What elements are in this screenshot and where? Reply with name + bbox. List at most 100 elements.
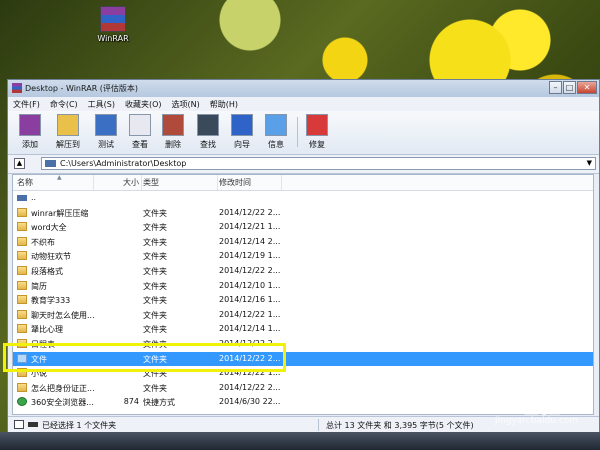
watermark-url: jingyan.baidu.com [495,416,579,426]
menu-tools[interactable]: 工具(S) [88,99,115,110]
address-field[interactable]: C:\Users\Administrator\Desktop ▼ [41,157,596,170]
item-type: 文件夹 [143,339,167,349]
item-size: 874 [123,397,139,407]
folder-icon [17,338,27,348]
find-button[interactable]: 查找 [192,114,224,150]
item-name: 小说 [31,369,47,379]
item-date: 2014/12/22 1... [219,309,281,319]
item-name: 犟比心理 [31,325,63,335]
folder-icon [17,236,27,246]
view-button[interactable]: 查看 [124,114,156,150]
folder-icon [17,265,27,275]
view-icon [129,114,151,136]
list-item[interactable]: 文件 文件夹 2014/12/22 2... [13,351,593,367]
list-header: 名称 ▲ 大小 类型 修改时间 [13,175,593,191]
add-label: 添加 [22,140,38,149]
list-item[interactable]: 不织布 文件夹 2014/12/14 2... [13,235,593,250]
list-item[interactable]: winrar解压压缩 文件夹 2014/12/22 2... [13,206,593,221]
delete-button[interactable]: 删除 [157,114,189,150]
item-name: 简历 [31,281,47,291]
winrar-app-icon [12,83,22,93]
drive-icon [45,160,56,167]
list-item[interactable]: 段落格式 文件夹 2014/12/22 2... [13,264,593,279]
menu-file[interactable]: 文件(F) [13,99,40,110]
maximize-button[interactable]: □ [563,81,576,94]
item-name: 教育学333 [31,296,71,306]
item-type: 文件夹 [143,296,167,306]
list-item[interactable]: 动物狂欢节 文件夹 2014/12/19 1... [13,249,593,264]
list-item[interactable]: 简历 文件夹 2014/12/10 1... [13,279,593,294]
column-divider[interactable] [93,175,94,190]
item-type: 文件夹 [143,369,167,379]
item-name: 不织布 [31,237,55,247]
item-date: 2014/12/22 2... [219,382,281,392]
list-item[interactable]: 小说 文件夹 2014/12/22 1... [13,366,593,381]
parent-folder-icon [17,195,27,201]
info-icon [265,114,287,136]
item-name: word大全 [31,223,67,233]
item-date: 2014/12/22 1... [219,368,281,378]
chevron-down-icon[interactable]: ▼ [587,159,592,167]
item-date: 2014/12/14 2... [219,236,281,246]
info-button[interactable]: 信息 [260,114,292,150]
column-name[interactable]: 名称 [17,177,33,188]
item-type: 文件夹 [143,208,167,218]
list-item[interactable]: 聊天时怎么使用... 文件夹 2014/12/22 1... [13,308,593,323]
item-name: 文件 [31,354,47,364]
folder-icon [17,251,27,261]
item-type: 文件夹 [143,325,167,335]
wizard-button[interactable]: 向导 [226,114,258,150]
column-divider[interactable] [281,175,282,190]
item-type: 文件夹 [143,266,167,276]
up-folder-button[interactable]: ▲ [14,158,25,169]
extract-to-button[interactable]: 解压到 [52,114,84,150]
address-path: C:\Users\Administrator\Desktop [60,159,187,168]
item-name: 动物狂欢节 [31,252,71,262]
toolbar: 添加 解压到 测试 查看 删除 查找 向导 信息 修复 [8,111,599,155]
repair-label: 修复 [309,140,325,149]
item-date: 2014/12/22 2... [219,207,281,217]
status-divider [318,419,319,431]
find-label: 查找 [200,140,216,149]
delete-label: 删除 [165,140,181,149]
repair-button[interactable]: 修复 [301,114,333,150]
column-modified[interactable]: 修改时间 [219,177,251,188]
column-divider[interactable] [141,175,142,190]
list-item[interactable]: 犟比心理 文件夹 2014/12/14 1... [13,322,593,337]
list-item[interactable]: .. [13,191,593,206]
menu-favorites[interactable]: 收藏夹(O) [125,99,162,110]
item-type: 文件夹 [143,223,167,233]
menu-bar: 文件(F) 命令(C) 工具(S) 收藏夹(O) 选项(N) 帮助(H) [8,97,599,111]
column-divider[interactable] [217,175,218,190]
list-item[interactable]: 日程表 文件夹 2014/12/22 2... [13,337,593,352]
item-date: 2014/12/22 2... [219,338,281,348]
drive-status-icon[interactable] [14,420,24,429]
column-size[interactable]: 大小 [123,177,139,188]
delete-icon [162,114,184,136]
minimize-button[interactable]: – [549,81,562,94]
menu-options[interactable]: 选项(N) [172,99,200,110]
view-label: 查看 [132,140,148,149]
item-name: 360安全浏览器... [31,398,94,408]
find-icon [197,114,219,136]
title-bar[interactable]: Desktop - WinRAR (评估版本) – □ ✕ [8,80,599,97]
file-list[interactable]: 名称 ▲ 大小 类型 修改时间 .. winrar解压压缩 文件夹 2014/12/2… [12,174,594,415]
toolbar-separator [297,117,298,147]
column-type[interactable]: 类型 [143,177,159,188]
item-date: 2014/12/21 1... [219,222,281,232]
add-button[interactable]: 添加 [14,114,46,150]
close-button[interactable]: ✕ [577,81,597,94]
item-name: 怎么把身份证正... [31,383,95,393]
item-date: 2014/6/30 22... [219,397,281,407]
test-button[interactable]: 测试 [90,114,122,150]
item-date: 2014/12/10 1... [219,280,281,290]
browser-shortcut-icon [17,397,27,407]
folder-icon [17,382,27,392]
list-item[interactable]: word大全 文件夹 2014/12/21 1... [13,220,593,235]
list-item[interactable]: 教育学333 文件夹 2014/12/16 1... [13,293,593,308]
status-total: 总计 13 文件夹 和 3,395 字节(5 个文件) [326,421,474,430]
info-label: 信息 [268,140,284,149]
desktop-winrar-shortcut[interactable]: WinRAR [95,6,131,43]
menu-commands[interactable]: 命令(C) [50,99,78,110]
menu-help[interactable]: 帮助(H) [210,99,238,110]
